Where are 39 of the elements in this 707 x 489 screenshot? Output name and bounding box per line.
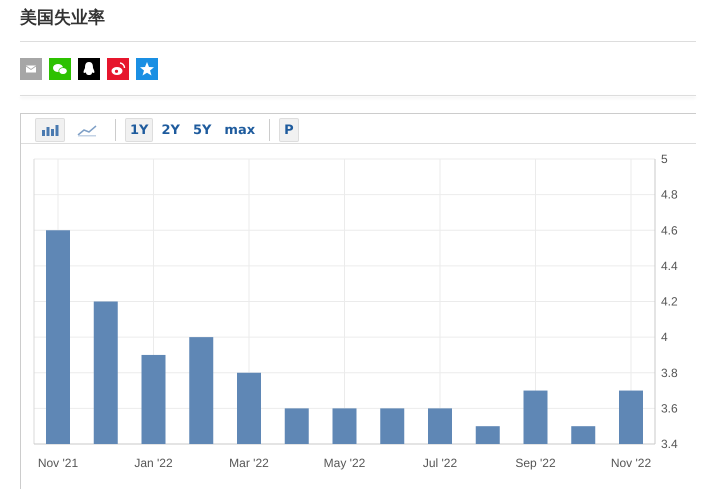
wechat-share-button[interactable] xyxy=(49,58,71,80)
y-axis-label: 4 xyxy=(661,330,668,344)
qq-share-button[interactable] xyxy=(78,58,100,80)
x-axis-label: Jan '22 xyxy=(134,456,173,470)
bar-chart-button[interactable] xyxy=(35,118,65,142)
bar xyxy=(571,426,596,444)
p-button[interactable]: P xyxy=(279,118,299,142)
range-button[interactable]: 5Y xyxy=(188,118,216,142)
x-axis-label: Sep '22 xyxy=(515,456,556,470)
bar xyxy=(332,408,356,444)
x-axis-label: Jul '22 xyxy=(422,456,458,470)
bar xyxy=(237,372,261,444)
y-axis-label: 3.4 xyxy=(661,437,678,451)
weibo-share-button[interactable] xyxy=(107,58,129,80)
range-button[interactable]: max xyxy=(219,118,260,142)
range-button[interactable]: 1Y xyxy=(125,118,154,142)
bar xyxy=(284,408,309,444)
y-axis-label: 4.6 xyxy=(661,223,678,238)
x-axis-label: Nov '22 xyxy=(610,456,652,470)
qzone-share-button[interactable] xyxy=(136,58,158,80)
email-share-button[interactable] xyxy=(20,58,42,80)
y-axis-label: 4.8 xyxy=(661,188,678,202)
bar xyxy=(380,408,404,444)
x-axis-label: May '22 xyxy=(324,456,366,470)
y-axis-label: 4.4 xyxy=(661,258,678,273)
page-title: 美国失业率 xyxy=(20,7,106,30)
bar xyxy=(524,390,548,444)
bar-chart-icon xyxy=(40,123,60,137)
bar xyxy=(476,426,500,444)
y-axis-label: 4.2 xyxy=(661,294,678,308)
bar xyxy=(619,390,643,444)
y-axis-label: 5 xyxy=(661,152,668,166)
y-axis-label: 3.8 xyxy=(661,366,678,380)
line-chart-icon xyxy=(77,123,97,137)
range-button[interactable]: 2Y xyxy=(156,118,185,142)
y-axis-label: 3.6 xyxy=(661,401,678,416)
x-axis-label: Mar '22 xyxy=(229,456,269,470)
x-axis-label: Nov '21 xyxy=(38,456,78,470)
bar xyxy=(428,408,452,444)
